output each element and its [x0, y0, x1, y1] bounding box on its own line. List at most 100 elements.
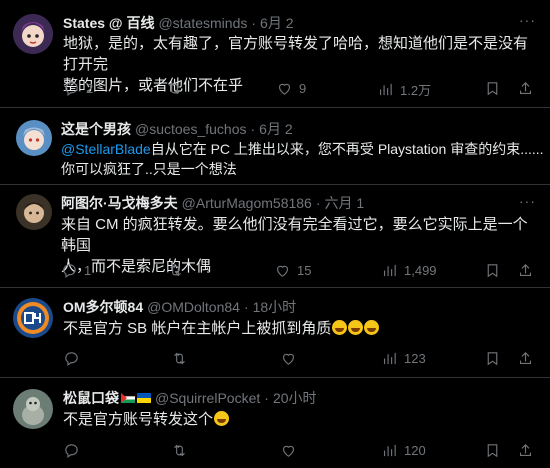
share-button[interactable] [517, 262, 534, 279]
share-icon [519, 264, 532, 277]
reply-button[interactable] [63, 350, 86, 367]
views-icon [379, 83, 392, 96]
like-icon [282, 353, 295, 365]
bookmark-icon [487, 264, 498, 278]
share-icon [519, 444, 532, 457]
separator-dot: · [250, 121, 256, 137]
views-count: 123 [404, 351, 426, 366]
timestamp[interactable]: 6月 2 [260, 14, 293, 32]
views-button[interactable]: 1.2万 [377, 80, 431, 99]
user-handle[interactable]: @SquirrelPocket [155, 389, 260, 407]
separator-dot: · [251, 15, 257, 31]
avatar[interactable] [13, 14, 53, 54]
reply-button[interactable] [63, 442, 86, 459]
views-count: 120 [404, 443, 426, 458]
avatar-image [13, 298, 53, 338]
ukraine-flag-icon [137, 393, 151, 403]
tweet-2[interactable]: 这是个男孩 @suctoes_fuchos · 6月 2 @StellarBla… [0, 108, 550, 184]
like-button[interactable]: 15 [274, 262, 311, 279]
separator-dot: · [264, 390, 269, 406]
views-button[interactable]: 120 [381, 442, 426, 459]
repost-button[interactable] [171, 442, 194, 459]
user-handle[interactable]: @OMDolton84 [147, 298, 240, 316]
like-count: 9 [299, 81, 307, 96]
reply-icon [65, 352, 78, 367]
views-icon [383, 444, 396, 457]
views-button[interactable]: 1,499 [381, 262, 437, 279]
like-icon [282, 445, 295, 457]
like-button[interactable]: 9 [276, 80, 306, 97]
display-name[interactable]: OM多尔顿84 [63, 298, 143, 316]
share-button[interactable] [517, 442, 534, 459]
share-button[interactable] [517, 80, 534, 97]
reply-button[interactable]: 2 [63, 80, 93, 97]
tweet-text: @StellarBlade自从它在 PC 上推出以来，您不再受 Playstat… [61, 139, 546, 179]
reply-icon [63, 264, 76, 279]
avatar[interactable] [16, 120, 52, 156]
like-count: 15 [297, 263, 312, 278]
tweet-text-line: 来自 CM 的疯狂转发。要么他们没有完全看过它，要么它实际上是一个韩国 [61, 216, 528, 254]
repost-icon [174, 444, 185, 457]
tweet-text-line: 你可以疯狂了..只是一个想法 [61, 161, 237, 177]
views-count: 1,499 [404, 263, 437, 278]
avatar-image [16, 194, 52, 230]
reply-button[interactable]: 1 [61, 262, 91, 279]
user-handle[interactable]: @statesminds [158, 14, 247, 32]
tweet-text-fragment: 自从它在 PC 上推出以来，您不再受 Playstation 审查的约束....… [150, 141, 544, 157]
timestamp[interactable]: 20小时 [273, 389, 317, 407]
bookmark-button[interactable] [484, 262, 501, 279]
like-button[interactable] [280, 350, 303, 367]
like-icon [278, 83, 291, 95]
display-name[interactable]: 阿图尔·马戈梅多夫 [61, 194, 178, 212]
bookmark-button[interactable] [484, 350, 501, 367]
reply-count: 2 [86, 81, 94, 96]
more-icon[interactable]: ··· [519, 193, 536, 209]
tweet-text-fragment: 不是官方 SB 帐户在主帐户上被抓到角质 [63, 320, 332, 337]
tweet-3[interactable]: 阿图尔·马戈梅多夫 @ArturMagom58186 · 六月 1 ··· 来自… [0, 185, 550, 285]
bookmark-icon [487, 444, 498, 458]
tweet-4[interactable]: OM多尔顿84 @OMDolton84 · 18小时 不是官方 SB 帐户在主帐… [0, 288, 550, 374]
separator-dot: · [315, 195, 321, 211]
reply-icon [65, 82, 78, 97]
repost-button[interactable] [166, 80, 189, 97]
timestamp[interactable]: 六月 1 [325, 194, 365, 212]
bookmark-button[interactable] [484, 442, 501, 459]
palestine-flag-icon [121, 393, 135, 403]
bookmark-button[interactable] [484, 80, 501, 97]
repost-icon [174, 352, 185, 365]
avatar-image [13, 14, 53, 54]
mention-link[interactable]: @StellarBlade [61, 141, 151, 157]
reply-count: 1 [84, 263, 92, 278]
timestamp[interactable]: 6月 2 [259, 120, 292, 138]
tweet-actions: 120 [0, 442, 550, 462]
avatar[interactable] [13, 298, 53, 338]
repost-button[interactable] [171, 350, 194, 367]
avatar-image [16, 120, 52, 156]
avatar[interactable] [16, 194, 52, 230]
tweet-text-line: 地狱，是的，太有趣了，官方账号转发了哈哈，想知道他们是不是没有打开完 [63, 35, 529, 73]
display-name[interactable]: 松鼠口袋 [63, 389, 119, 407]
more-icon[interactable]: ··· [519, 12, 536, 28]
like-button[interactable] [280, 442, 303, 459]
crying-emoji [214, 411, 230, 426]
tweet-actions: 2 9 1.2万 [0, 80, 550, 100]
tweet-actions: 1 15 1,499 [0, 262, 550, 282]
laughing-emoji [332, 320, 348, 335]
tweet-5[interactable]: 松鼠口袋 @SquirrelPocket · 20小时 不是官方账号转发这个 1… [0, 378, 550, 468]
share-button[interactable] [517, 350, 534, 367]
views-button[interactable]: 123 [381, 350, 426, 367]
display-name[interactable]: 这是个男孩 [61, 120, 131, 138]
display-name[interactable]: States @ 百线 [63, 14, 154, 32]
tweet-1[interactable]: States @ 百线 @statesminds · 6月 2 ··· 地狱，是… [0, 0, 550, 112]
timestamp[interactable]: 18小时 [253, 298, 297, 316]
user-handle[interactable]: @suctoes_fuchos [135, 120, 247, 138]
avatar-image [13, 389, 53, 429]
user-handle[interactable]: @ArturMagom58186 [182, 194, 312, 212]
repost-icon [170, 264, 181, 277]
tweet-text-line: @StellarBlade自从它在 PC 上推出以来，您不再受 Playstat… [61, 139, 546, 159]
bookmark-icon [487, 82, 498, 96]
share-icon [519, 352, 532, 365]
repost-button[interactable] [167, 262, 190, 279]
avatar[interactable] [13, 389, 53, 429]
like-icon [276, 265, 289, 277]
